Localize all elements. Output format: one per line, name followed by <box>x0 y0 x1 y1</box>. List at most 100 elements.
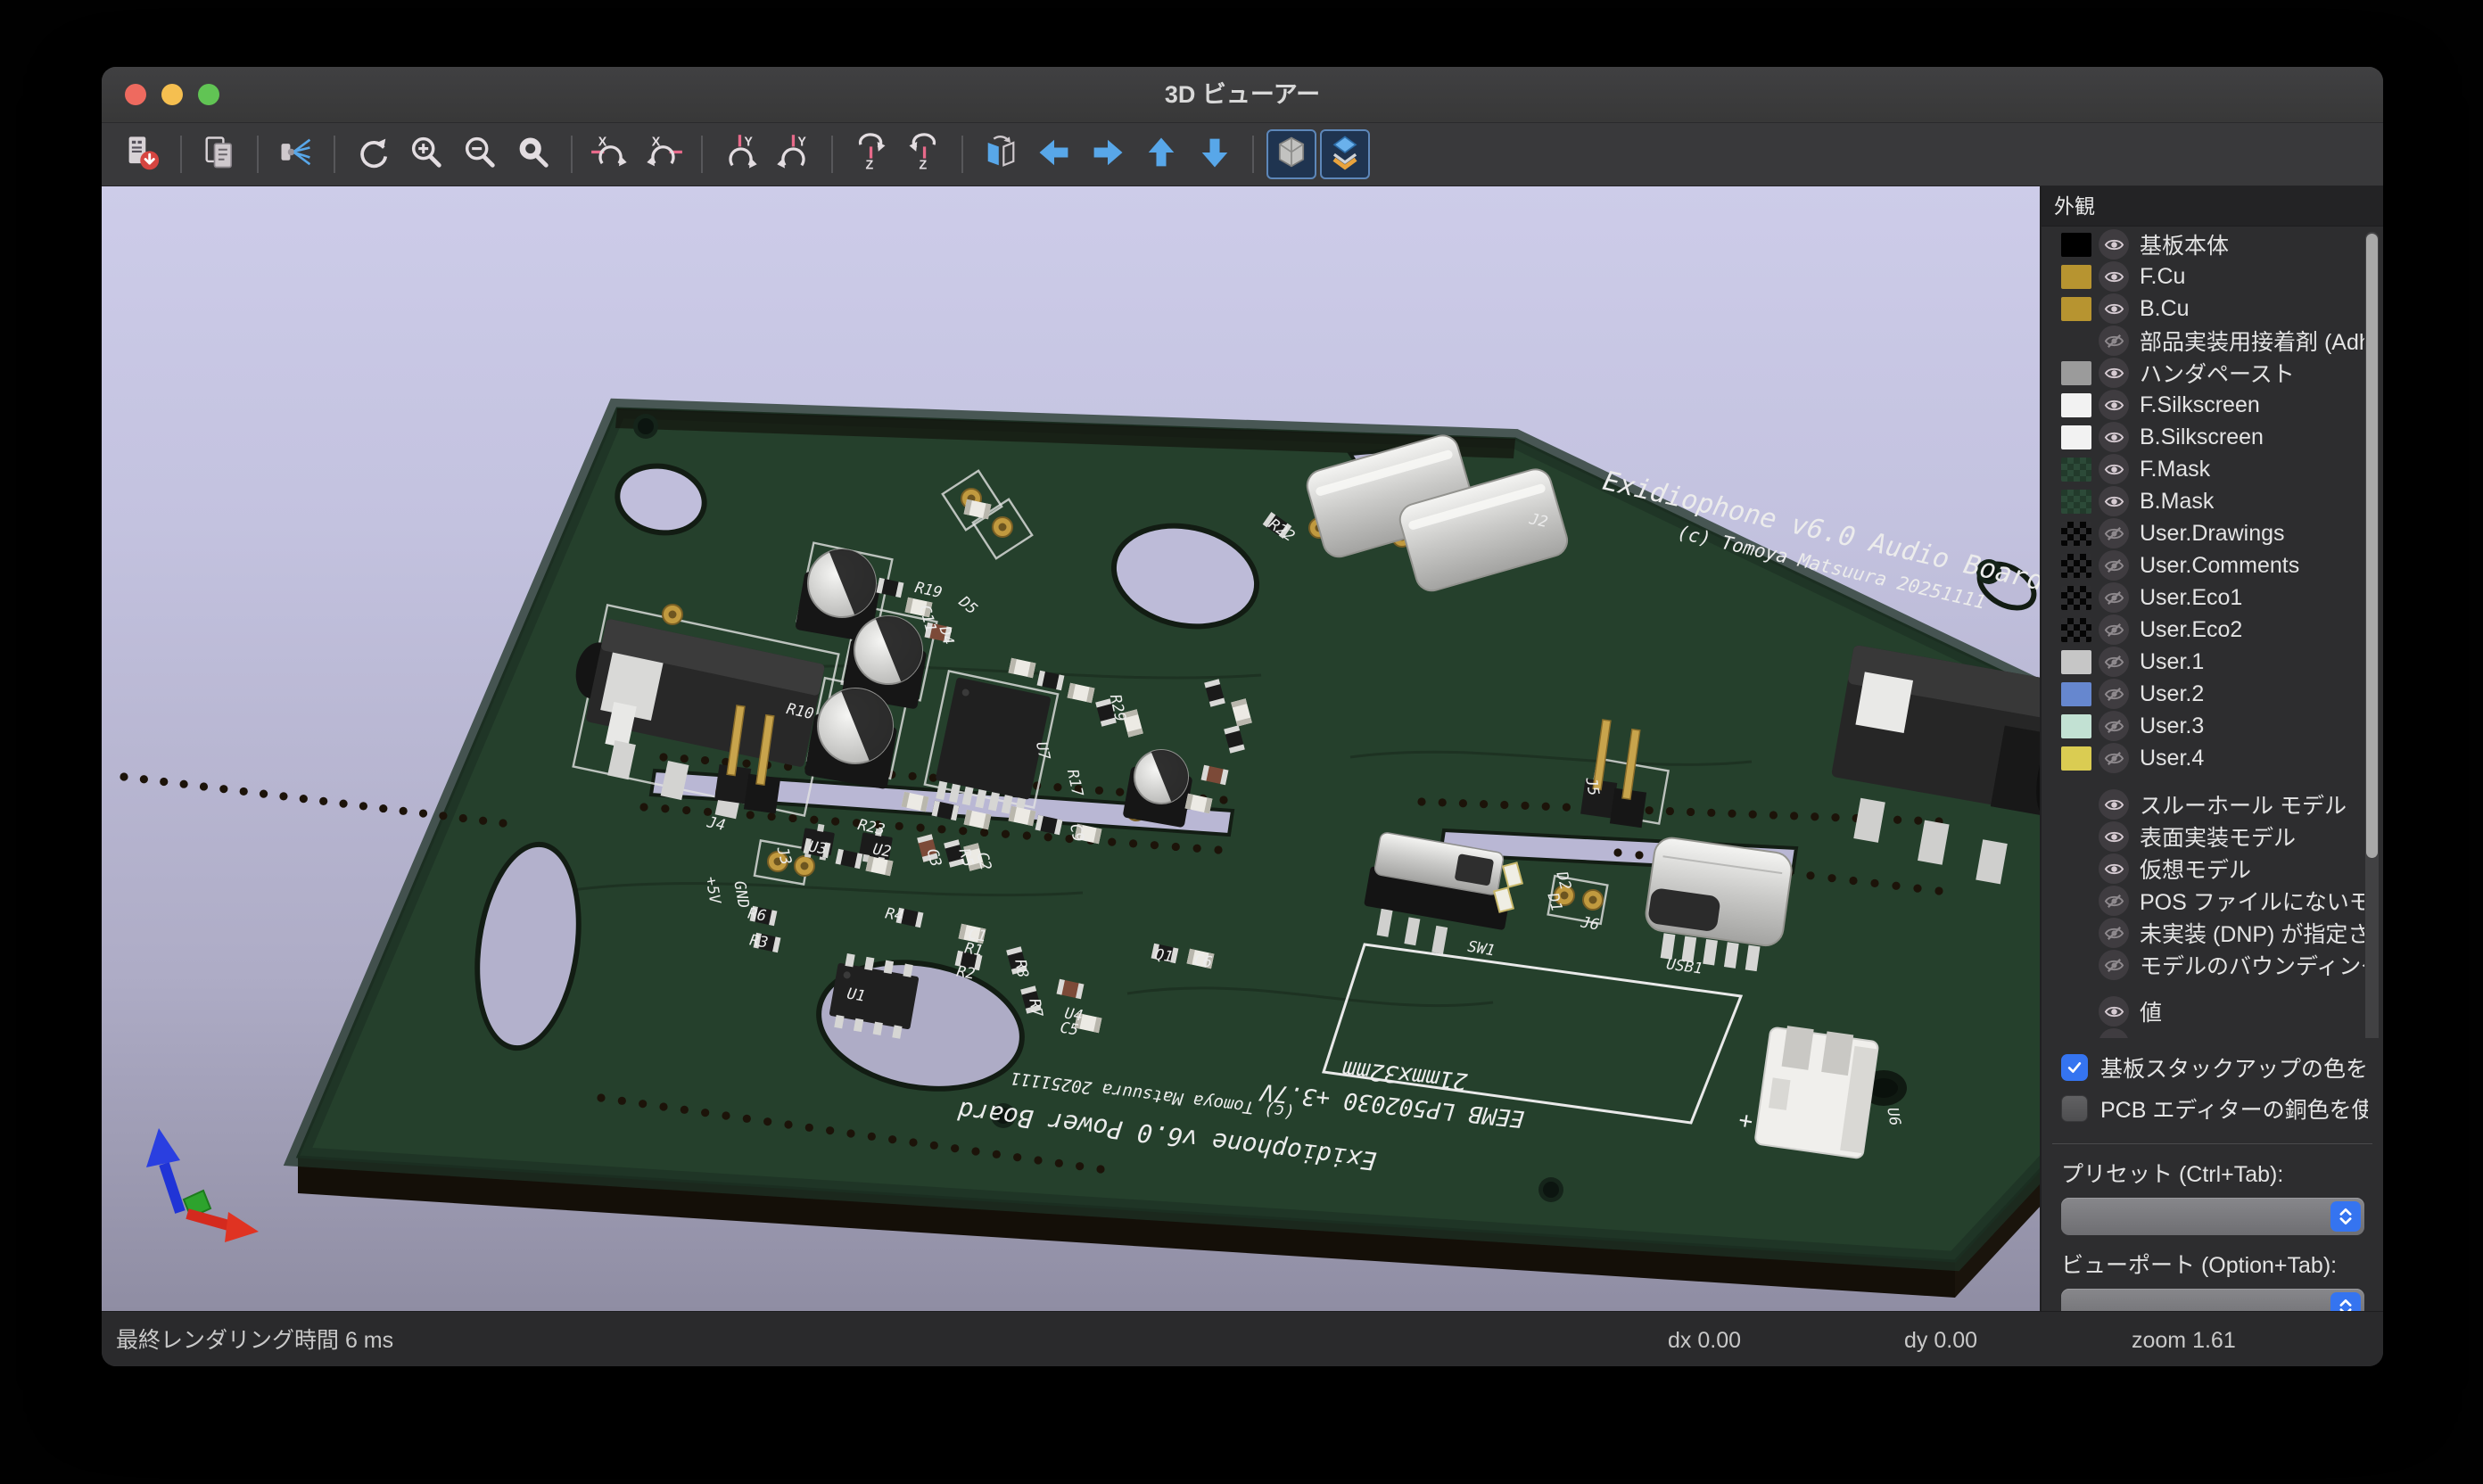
layer-row[interactable]: B.Mask <box>2042 485 2383 517</box>
zoom-in-button[interactable] <box>401 129 451 179</box>
copy-image-button[interactable] <box>194 129 244 179</box>
layer-row[interactable]: F.Cu <box>2042 260 2383 293</box>
eye-icon[interactable] <box>2099 789 2129 820</box>
rotate-z-cw-button[interactable]: Z <box>846 129 895 179</box>
rotate-z-ccw-button[interactable]: Z <box>899 129 949 179</box>
board-canvas[interactable]: Exidiophone v6.0 Audio Board(c) Tomoya M… <box>102 186 2040 1311</box>
layer-row[interactable]: 表面実装モデル <box>2042 820 2383 853</box>
layer-color-swatch[interactable] <box>2061 586 2091 610</box>
eye-icon[interactable] <box>2099 390 2129 420</box>
ortho-projection-button[interactable] <box>1266 129 1316 179</box>
eye-off-icon[interactable] <box>2099 518 2129 548</box>
layer-color-swatch[interactable] <box>2061 682 2091 706</box>
svg-text:U2: U2 <box>871 840 893 861</box>
layer-label: POS ファイルにないモデル <box>2140 885 2364 917</box>
layer-row[interactable]: 基板本体 <box>2042 228 2383 260</box>
layer-row[interactable]: F.Mask <box>2042 453 2383 485</box>
flip-board-button[interactable] <box>976 129 1026 179</box>
eye-off-icon[interactable] <box>2099 614 2129 645</box>
rotate-x-cw-button[interactable]: X <box>585 129 635 179</box>
layer-row[interactable]: 仮想モデル <box>2042 853 2383 885</box>
chevron-up-down-icon[interactable] <box>2330 1201 2361 1232</box>
pan-right-button[interactable] <box>1083 129 1133 179</box>
layer-row[interactable] <box>2042 1027 2383 1038</box>
export-board-image-button[interactable] <box>118 129 168 179</box>
layer-row[interactable]: User.Eco2 <box>2042 614 2383 646</box>
eye-off-icon[interactable] <box>2099 950 2129 980</box>
layer-row[interactable]: POS ファイルにないモデル <box>2042 885 2383 917</box>
checkbox-unchecked[interactable] <box>2061 1095 2088 1122</box>
pan-left-button[interactable] <box>1029 129 1079 179</box>
eye-off-icon[interactable] <box>2099 711 2129 741</box>
eye-off-icon[interactable] <box>2099 918 2129 948</box>
eye-icon[interactable] <box>2099 229 2129 260</box>
layer-color-swatch[interactable] <box>2061 458 2091 482</box>
layer-row[interactable]: User.3 <box>2042 710 2383 742</box>
layer-row[interactable]: User.Comments <box>2042 549 2383 581</box>
layer-color-swatch[interactable] <box>2061 746 2091 771</box>
swatch-spacer <box>2061 857 2091 881</box>
layer-row[interactable]: 部品実装用接着剤 (Adhesive) <box>2042 325 2383 357</box>
checkbox-checked[interactable] <box>2061 1054 2088 1081</box>
layer-row[interactable]: 値 <box>2042 995 2383 1027</box>
layer-row[interactable]: ハンダペースト <box>2042 357 2383 389</box>
layer-row[interactable]: スルーホール モデル <box>2042 788 2383 820</box>
zoom-out-button[interactable] <box>455 129 505 179</box>
layer-row[interactable]: User.Eco1 <box>2042 581 2383 614</box>
preset-select[interactable] <box>2061 1198 2364 1235</box>
eye-off-icon[interactable] <box>2099 326 2129 356</box>
layer-color-swatch[interactable] <box>2061 265 2091 289</box>
layer-color-swatch[interactable] <box>2061 297 2091 321</box>
eye-icon[interactable] <box>2099 454 2129 484</box>
redraw-button[interactable] <box>348 129 398 179</box>
layer-row[interactable]: B.Silkscreen <box>2042 421 2383 453</box>
pan-up-button[interactable] <box>1136 129 1186 179</box>
layer-row[interactable]: モデルのバウンディングボックス <box>2042 949 2383 981</box>
eye-icon[interactable] <box>2099 1028 2129 1038</box>
layer-row[interactable]: User.1 <box>2042 646 2383 678</box>
layer-color-swatch[interactable] <box>2061 650 2091 674</box>
raytracing-render-button[interactable] <box>271 129 321 179</box>
scrollbar-thumb[interactable] <box>2366 234 2378 858</box>
layer-row[interactable]: F.Silkscreen <box>2042 389 2383 421</box>
eye-icon[interactable] <box>2099 293 2129 324</box>
layer-row[interactable]: User.4 <box>2042 742 2383 774</box>
eye-icon[interactable] <box>2099 358 2129 388</box>
layer-row[interactable]: User.Drawings <box>2042 517 2383 549</box>
layer-color-swatch[interactable] <box>2061 522 2091 546</box>
eye-icon[interactable] <box>2099 821 2129 852</box>
layer-color-swatch[interactable] <box>2061 425 2091 449</box>
layer-color-swatch[interactable] <box>2061 714 2091 738</box>
layer-color-swatch[interactable] <box>2061 490 2091 514</box>
layer-color-swatch[interactable] <box>2061 361 2091 385</box>
eye-off-icon[interactable] <box>2099 582 2129 613</box>
layer-row[interactable]: 未実装 (DNP) が指定されたモデル <box>2042 917 2383 949</box>
layer-row[interactable]: B.Cu <box>2042 293 2383 325</box>
pan-down-button[interactable] <box>1190 129 1240 179</box>
eye-off-icon[interactable] <box>2099 679 2129 709</box>
svg-text:R7: R7 <box>1025 997 1045 1018</box>
eye-off-icon[interactable] <box>2099 886 2129 916</box>
layer-row[interactable]: User.2 <box>2042 678 2383 710</box>
appearance-panel-button[interactable] <box>1320 129 1370 179</box>
layer-color-swatch[interactable] <box>2061 233 2091 257</box>
layer-color-swatch[interactable] <box>2061 393 2091 417</box>
zoom-fit-button[interactable] <box>508 129 558 179</box>
3d-viewport[interactable]: Exidiophone v6.0 Audio Board(c) Tomoya M… <box>102 186 2040 1311</box>
eye-icon[interactable] <box>2099 853 2129 884</box>
eye-off-icon[interactable] <box>2099 647 2129 677</box>
rotate-y-cw-button[interactable]: Y <box>715 129 765 179</box>
rotate-y-ccw-button[interactable]: Y <box>769 129 819 179</box>
eye-icon[interactable] <box>2099 422 2129 452</box>
eye-off-icon[interactable] <box>2099 550 2129 581</box>
layer-color-swatch[interactable] <box>2061 618 2091 642</box>
checkbox-label: 基板スタックアップの色を使用 <box>2100 1051 2368 1084</box>
layer-label: User.Drawings <box>2140 521 2285 547</box>
eye-off-icon[interactable] <box>2099 743 2129 773</box>
eye-icon[interactable] <box>2099 486 2129 516</box>
layer-color-swatch[interactable] <box>2061 554 2091 578</box>
eye-icon[interactable] <box>2099 996 2129 1026</box>
flip-icon <box>981 133 1020 177</box>
rotate-x-ccw-button[interactable]: X <box>639 129 689 179</box>
eye-icon[interactable] <box>2099 261 2129 292</box>
